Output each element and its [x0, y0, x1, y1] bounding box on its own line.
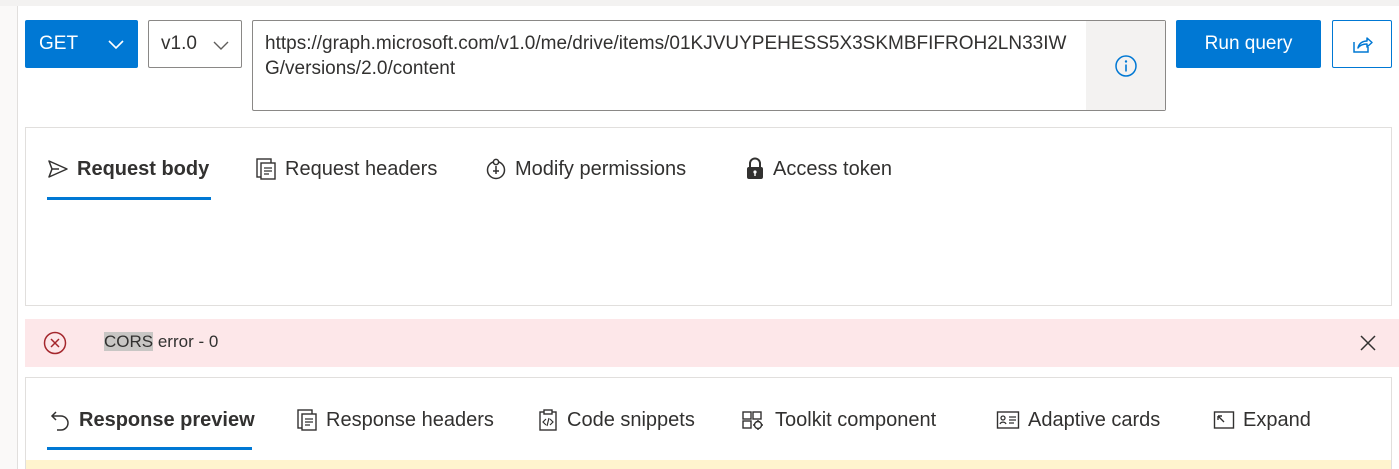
tab-label: Code snippets	[567, 408, 695, 431]
headers-icon	[255, 157, 277, 181]
left-gutter	[0, 6, 18, 469]
tab-label: Expand	[1243, 408, 1311, 431]
tab-modify-permissions[interactable]: Modify permissions	[485, 149, 686, 189]
send-icon	[47, 158, 69, 180]
left-divider	[17, 6, 18, 469]
http-method-value: GET	[39, 33, 79, 54]
tab-label: Access token	[773, 157, 892, 180]
run-query-button[interactable]: Run query	[1176, 20, 1321, 68]
response-warning-bar	[26, 460, 1391, 469]
share-icon	[1353, 37, 1373, 53]
tab-label: Request headers	[285, 157, 438, 180]
tab-expand[interactable]: Expand	[1213, 400, 1311, 440]
http-method-dropdown[interactable]: GET	[25, 20, 138, 68]
version-dropdown[interactable]: v1.0	[148, 20, 242, 68]
error-message: CORS error - 0	[104, 332, 218, 352]
tab-access-token[interactable]: Access token	[745, 149, 892, 189]
version-value: v1.0	[161, 33, 197, 54]
chevron-down-icon	[213, 41, 229, 50]
active-tab-indicator	[47, 197, 211, 200]
permissions-icon	[485, 157, 507, 181]
tab-label: Response preview	[79, 408, 255, 431]
tab-label: Adaptive cards	[1028, 408, 1161, 431]
error-text: error - 0	[153, 332, 219, 351]
tab-response-headers[interactable]: Response headers	[296, 400, 494, 440]
chevron-down-icon	[108, 40, 124, 50]
toolkit-icon	[741, 409, 767, 431]
headers-icon	[296, 408, 318, 432]
error-highlight: CORS	[104, 332, 154, 351]
tab-request-body[interactable]: Request body	[47, 149, 209, 189]
tab-code-snippets[interactable]: Code snippets	[537, 400, 695, 440]
tab-label: Modify permissions	[515, 157, 687, 180]
tab-request-headers[interactable]: Request headers	[255, 149, 437, 189]
active-tab-indicator	[47, 447, 252, 450]
top-strip	[0, 0, 1399, 6]
tab-toolkit-component[interactable]: Toolkit component	[741, 400, 936, 440]
info-icon	[1114, 54, 1137, 77]
adaptive-card-icon	[996, 410, 1020, 430]
url-info-button[interactable]	[1086, 21, 1165, 110]
tab-label: Response headers	[326, 408, 494, 431]
share-query-button[interactable]	[1332, 20, 1392, 68]
request-panel: Request body Request headers Modify perm…	[25, 127, 1392, 306]
expand-icon	[1213, 410, 1235, 430]
lock-icon	[745, 157, 765, 181]
query-url-text[interactable]: https://graph.microsoft.com/v1.0/me/driv…	[265, 31, 1075, 81]
close-icon[interactable]	[1358, 333, 1378, 353]
code-snippets-icon	[537, 408, 559, 432]
tab-label: Request body	[77, 157, 210, 180]
tab-label: Toolkit component	[775, 408, 937, 431]
tab-adaptive-cards[interactable]: Adaptive cards	[996, 400, 1160, 440]
error-message-bar: CORS error - 0	[25, 319, 1399, 367]
query-url-input[interactable]: https://graph.microsoft.com/v1.0/me/driv…	[252, 20, 1166, 111]
undo-icon	[49, 409, 71, 431]
response-panel: Response preview Response headers Code s…	[25, 377, 1392, 469]
error-icon	[43, 331, 67, 355]
tab-response-preview[interactable]: Response preview	[49, 400, 255, 440]
